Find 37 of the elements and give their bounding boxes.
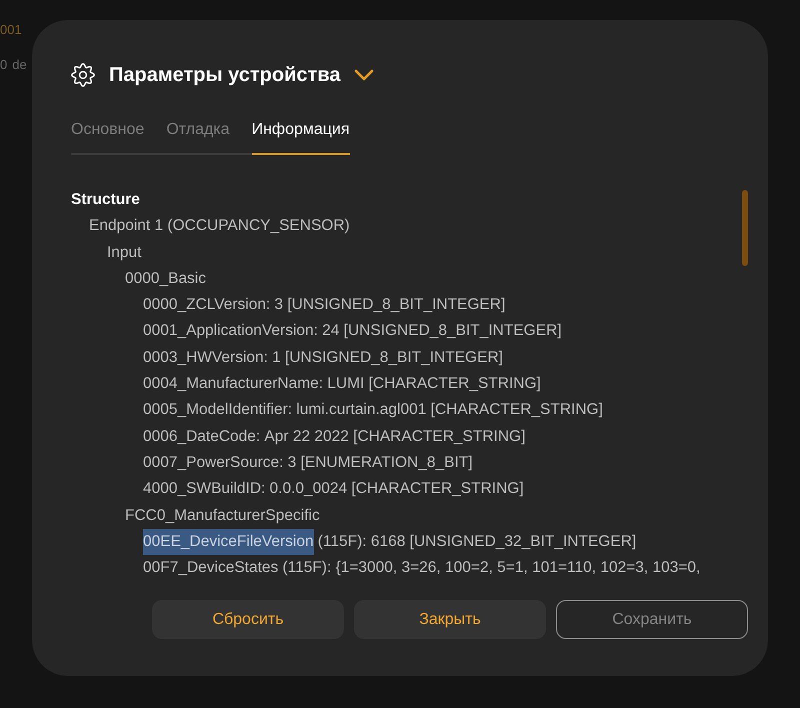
attribute-name: 0001_ApplicationVersion: xyxy=(143,321,318,342)
background-text: 001 xyxy=(0,21,22,39)
settings-icon xyxy=(71,62,95,88)
attribute-name: 0006_DateCode: xyxy=(143,426,260,447)
chevron-down-icon[interactable] xyxy=(354,68,374,82)
tab[interactable]: Информация xyxy=(252,118,350,155)
tree-group-label[interactable]: Input xyxy=(107,240,142,266)
scrollbar-thumb[interactable] xyxy=(742,190,748,266)
attribute-name: 00F7_DeviceStates xyxy=(143,558,278,578)
attribute-name: 0000_ZCLVersion: xyxy=(143,295,270,316)
tree-group-label[interactable]: FCC0_ManufacturerSpecific xyxy=(125,502,320,529)
attribute-value: (115F): 6168 [UNSIGNED_32_BIT_INTEGER] xyxy=(318,532,636,552)
action-button[interactable]: Сбросить xyxy=(152,600,344,639)
attribute-name: 0003_HWVersion: xyxy=(143,348,268,368)
attribute-value: (115F): {1=3000, 3=26, 100=2, 5=1, 101=110, 102=3, 103=0, xyxy=(282,558,700,578)
background-text: de xyxy=(12,56,27,74)
attribute-value: LUMI [CHARACTER_STRING] xyxy=(327,374,541,394)
attribute-name: 00EE_DeviceFileVersion xyxy=(143,528,314,556)
attribute-value: 24 [UNSIGNED_8_BIT_INTEGER] xyxy=(322,321,562,342)
tree-heading: Structure xyxy=(71,190,140,210)
attribute-name: 0005_ModelIdentifier: xyxy=(143,400,292,420)
attribute-value: 0.0.0_0024 [CHARACTER_STRING] xyxy=(270,479,524,500)
background-text: 0 xyxy=(0,56,8,74)
tab[interactable]: Основное xyxy=(71,118,144,155)
attribute-value: Apr 22 2022 [CHARACTER_STRING] xyxy=(264,426,526,447)
attribute-name: 0004_ManufacturerName: xyxy=(143,374,324,394)
action-button[interactable]: Закрыть xyxy=(354,600,546,639)
tab[interactable]: Отладка xyxy=(166,118,230,155)
tree-group-label[interactable]: Endpoint 1 (OCCUPANCY_SENSOR) xyxy=(89,213,350,240)
attribute-value: 3 [UNSIGNED_8_BIT_INTEGER] xyxy=(274,295,506,316)
tree-group-label[interactable]: 0000_Basic xyxy=(125,266,206,292)
attribute-value: 1 [UNSIGNED_8_BIT_INTEGER] xyxy=(272,348,503,368)
attribute-name: 4000_SWBuildID: xyxy=(143,479,266,500)
dialog-title: Параметры устройства xyxy=(109,63,340,88)
attribute-value: lumi.curtain.agl001 [CHARACTER_STRING] xyxy=(296,400,603,420)
attribute-value: 3 [ENUMERATION_8_BIT] xyxy=(288,452,473,473)
attribute-name: 0007_PowerSource: xyxy=(143,452,284,473)
